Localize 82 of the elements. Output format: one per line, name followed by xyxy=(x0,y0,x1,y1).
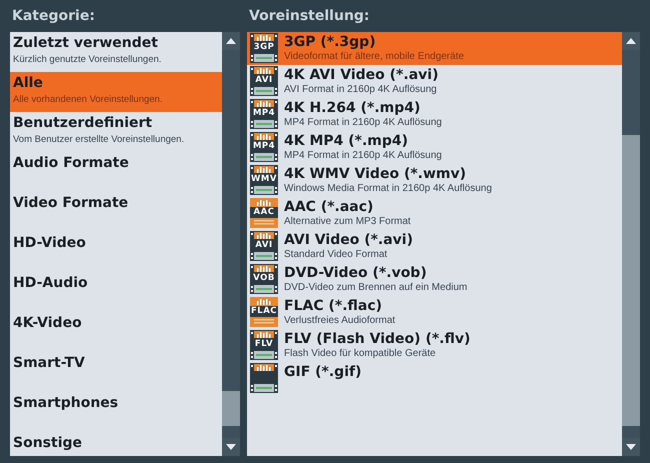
preset-item[interactable]: WMV 4K WMV Video (*.wmv) Windows Media Format in 2160p 4K Auflösung xyxy=(247,164,622,197)
preset-description: Windows Media Format in 2160p 4K Auflösung xyxy=(284,183,492,195)
preset-title: FLV (Flash Video) (*.flv) xyxy=(284,330,470,348)
category-description: Kürzlich genutzte Voreinstellungen. xyxy=(13,53,162,66)
film-format-icon: VOB xyxy=(250,264,278,294)
category-item[interactable]: Smartphones xyxy=(10,392,222,432)
category-item[interactable]: 4K-Video xyxy=(10,312,222,352)
preset-title: 4K WMV Video (*.wmv) xyxy=(284,165,468,183)
preset-description: Videoformat für ältere, mobile Endgeräte xyxy=(284,51,464,63)
panel-heading: Kategorie: xyxy=(12,8,95,24)
scroll-down-button[interactable] xyxy=(222,438,240,456)
film-format-icon xyxy=(250,363,278,393)
preset-item[interactable]: FLV FLV (Flash Video) (*.flv) Flash Video für kompatible Geräte xyxy=(247,329,622,362)
preset-title: 4K H.264 (*.mp4) xyxy=(284,99,422,117)
category-item[interactable]: Sonstige xyxy=(10,432,222,456)
preset-item[interactable]: VOB DVD-Video (*.vob) DVD-Video zum Brennen auf ein Medium xyxy=(247,263,622,296)
film-format-icon: AVI xyxy=(250,66,278,96)
category-title: HD-Video xyxy=(13,234,86,253)
preset-item[interactable]: AAC AAC (*.aac) Alternative zum MP3 Format xyxy=(247,197,622,230)
scrollbar[interactable] xyxy=(222,32,240,456)
preset-title: AAC (*.aac) xyxy=(284,198,374,216)
scroll-up-button[interactable] xyxy=(222,32,240,50)
preset-description: AVI Format in 2160p 4K Auflösung xyxy=(284,84,438,96)
category-title: Zuletzt verwendet xyxy=(13,34,158,53)
category-title: HD-Audio xyxy=(13,274,88,293)
preset-title: 4K MP4 (*.mp4) xyxy=(284,132,410,150)
category-item[interactable]: Smart-TV xyxy=(10,352,222,392)
scroll-down-button[interactable] xyxy=(622,438,640,456)
preset-description: Alternative zum MP3 Format xyxy=(284,216,411,228)
preset-item[interactable]: 3GP 3GP (*.3gp) Videoformat für ältere, mobile Endgeräte xyxy=(247,32,622,65)
category-item[interactable]: Zuletzt verwendet Kürzlich genutzte Voreinstellungen. xyxy=(10,32,222,72)
category-title: Benutzerdefiniert xyxy=(13,114,152,133)
scroll-thumb[interactable] xyxy=(222,391,240,426)
preset-description: Flash Video für kompatible Geräte xyxy=(284,348,437,360)
category-title: Smart-TV xyxy=(13,354,85,373)
film-format-icon: FLV xyxy=(250,330,278,360)
down-arrow-icon xyxy=(626,444,636,450)
category-title: Smartphones xyxy=(13,394,118,413)
category-item[interactable]: Video Formate xyxy=(10,192,222,232)
category-title: Audio Formate xyxy=(13,154,129,173)
preset-description: Standard Video Format xyxy=(284,249,388,261)
preset-item[interactable]: AVI 4K AVI Video (*.avi) AVI Format in 2160p 4K Auflösung xyxy=(247,65,622,98)
preset-title: DVD-Video (*.vob) xyxy=(284,264,428,282)
category-item[interactable]: HD-Video xyxy=(10,232,222,272)
preset-item[interactable]: FLAC FLAC (*.flac) Verlustfreies Audioformat xyxy=(247,296,622,329)
preset-title: GIF (*.gif) xyxy=(284,363,362,381)
category-title: Sonstige xyxy=(13,434,82,453)
preset-description: MP4 Format in 2160p 4K Auflösung xyxy=(284,150,442,162)
preset-title: 4K AVI Video (*.avi) xyxy=(284,66,438,84)
category-item[interactable]: Benutzerdefiniert Vom Benutzer erstellte Voreinstellungen. xyxy=(10,112,222,152)
category-description: Alle vorhandenen Voreinstellungen. xyxy=(13,93,162,106)
film-format-icon: MP4 xyxy=(250,132,278,162)
panel-heading: Voreinstellung: xyxy=(249,8,370,24)
category-item[interactable]: Alle Alle vorhandenen Voreinstellungen. xyxy=(10,72,222,112)
preset-item[interactable]: AVI AVI Video (*.avi) Standard Video Format xyxy=(247,230,622,263)
preset-title: 3GP (*.3gp) xyxy=(284,33,377,51)
category-title: Video Formate xyxy=(13,194,128,213)
category-item[interactable]: Audio Formate xyxy=(10,152,222,192)
film-format-icon: 3GP xyxy=(250,33,278,63)
category-description: Vom Benutzer erstellte Voreinstellungen. xyxy=(13,133,184,146)
preset-title: AVI Video (*.avi) xyxy=(284,231,414,249)
scroll-thumb[interactable] xyxy=(622,135,640,426)
category-title: 4K-Video xyxy=(13,314,82,333)
category-title: Alle xyxy=(13,74,43,93)
preset-title: FLAC (*.flac) xyxy=(284,297,384,315)
down-arrow-icon xyxy=(226,444,236,450)
scrollbar[interactable] xyxy=(622,32,640,456)
up-arrow-icon xyxy=(626,38,636,44)
category-item[interactable]: HD-Audio xyxy=(10,272,222,312)
preset-description: DVD-Video zum Brennen auf ein Medium xyxy=(284,282,468,294)
preset-item[interactable]: MP4 4K MP4 (*.mp4) MP4 Format in 2160p 4K Auflösung xyxy=(247,131,622,164)
film-format-icon: MP4 xyxy=(250,99,278,129)
audio-format-icon: FLAC xyxy=(250,297,278,327)
scroll-up-button[interactable] xyxy=(622,32,640,50)
audio-format-icon: AAC xyxy=(250,198,278,228)
preset-description: MP4 Format in 2160p 4K Auflösung xyxy=(284,117,442,129)
film-format-icon: AVI xyxy=(250,231,278,261)
preset-item[interactable]: MP4 4K H.264 (*.mp4) MP4 Format in 2160p 4K Auflösung xyxy=(247,98,622,131)
preset-item[interactable]: GIF (*.gif) xyxy=(247,362,622,395)
up-arrow-icon xyxy=(226,38,236,44)
preset-description: Verlustfreies Audioformat xyxy=(284,315,396,327)
film-format-icon: WMV xyxy=(250,165,278,195)
